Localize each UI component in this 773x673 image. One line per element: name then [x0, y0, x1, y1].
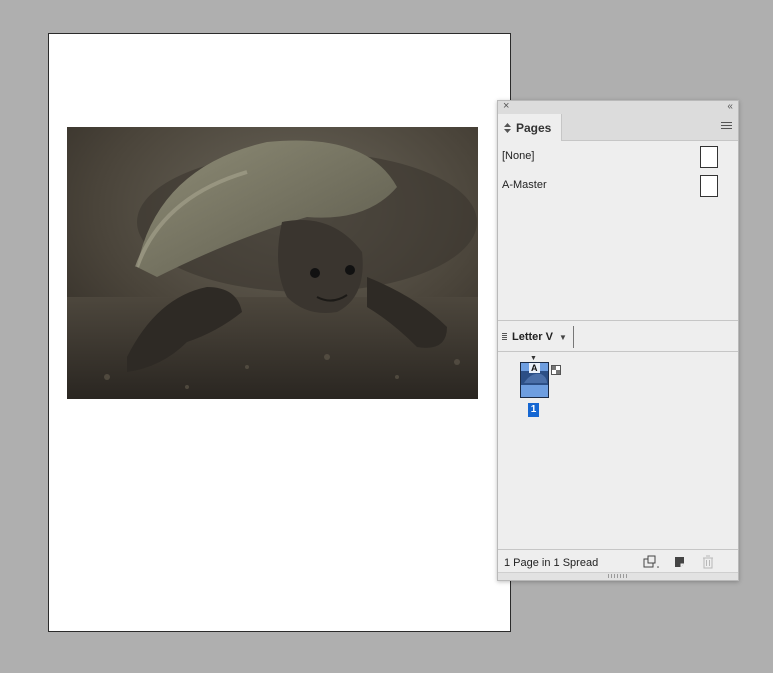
master-none-thumbnail[interactable]: [700, 146, 718, 168]
delete-page-icon[interactable]: [701, 555, 717, 569]
page-number-label[interactable]: 1: [528, 403, 539, 417]
status-bar: 1 Page in 1 Spread: [498, 549, 738, 574]
status-text: 1 Page in 1 Spread: [504, 557, 599, 569]
page-1-thumbnail[interactable]: A: [520, 362, 549, 398]
pages-panel: × ‹‹ Pages [None] A-Master Letter V ▼ ▼ …: [497, 100, 739, 581]
chevron-down-icon: ▼: [558, 332, 567, 342]
close-icon[interactable]: ×: [503, 100, 509, 113]
grip-icon: [502, 332, 507, 342]
separator: [572, 326, 574, 348]
page-size-label: Letter V: [512, 331, 553, 343]
master-none-label: [None]: [502, 150, 535, 162]
master-indicator-icon: ▼: [530, 355, 537, 362]
resize-grip[interactable]: [498, 572, 738, 580]
panel-menu-icon[interactable]: [721, 122, 732, 131]
tab-pages-label: Pages: [516, 120, 552, 135]
master-none[interactable]: [None]: [502, 143, 718, 168]
master-a-thumbnail[interactable]: [700, 175, 718, 197]
edit-page-size-icon[interactable]: [643, 555, 659, 569]
turtle-photo[interactable]: [67, 127, 478, 399]
page-size-menu[interactable]: Letter V ▼: [502, 326, 574, 348]
tab-updown-icon: [504, 122, 511, 133]
page-size-bar: Letter V ▼: [498, 320, 738, 352]
transparency-icon: [551, 362, 561, 375]
tab-row: Pages: [498, 114, 738, 141]
spread-list: ▼ A 1: [498, 353, 738, 547]
master-a-label: A-Master: [502, 179, 547, 191]
new-page-icon[interactable]: [673, 555, 689, 569]
master-a[interactable]: A-Master: [502, 172, 718, 197]
masters-list: [None] A-Master: [498, 141, 738, 319]
panel-titlebar[interactable]: × ‹‹: [498, 100, 738, 115]
collapse-icon[interactable]: ‹‹: [727, 100, 733, 113]
tab-pages[interactable]: Pages: [498, 114, 562, 141]
page-master-letter: A: [529, 363, 540, 373]
